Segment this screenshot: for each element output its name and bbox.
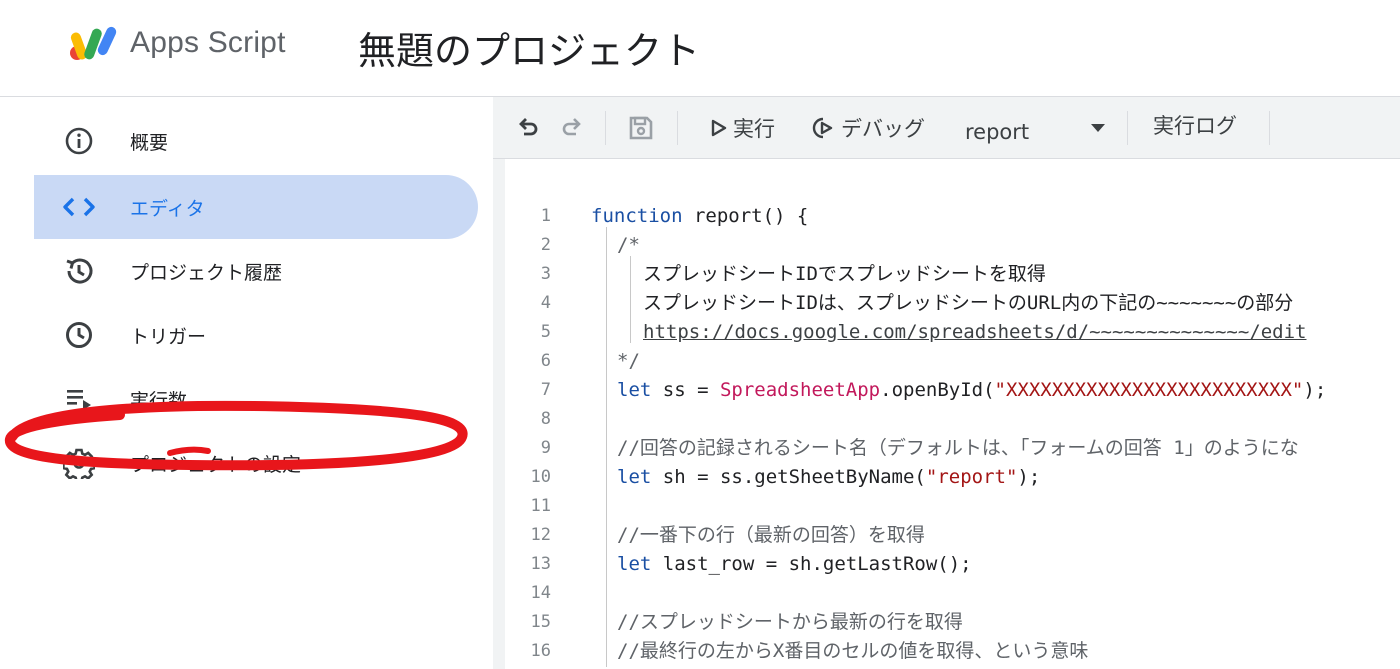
line-number: 7 — [540, 380, 551, 400]
undo-icon — [519, 118, 538, 136]
line-number: 13 — [530, 554, 551, 574]
code-text: let sh = ss.getSheetByName("report"); — [617, 466, 1041, 488]
sidebar-item-label: プロジェクト履歴 — [130, 261, 283, 284]
line-number: 1 — [540, 206, 551, 226]
clock-icon — [62, 318, 96, 352]
execution-log-button[interactable]: 実行ログ — [1153, 94, 1237, 156]
code-line[interactable]: 13 let last_row = sh.getLastRow(); — [505, 550, 1400, 579]
sidebar-item-label: エディタ — [130, 197, 205, 220]
line-number: 12 — [530, 525, 551, 545]
code-text: let ss = SpreadsheetApp.openById("XXXXXX… — [617, 379, 1327, 401]
code-text: function report() { — [591, 205, 809, 227]
sidebar-item-editor[interactable]: エディタ — [34, 175, 478, 239]
code-text: */ — [617, 350, 640, 372]
execution-log-label: 実行ログ — [1153, 114, 1237, 138]
line-number: 5 — [540, 322, 551, 342]
sidebar-item-overview[interactable]: 概要 — [34, 109, 478, 173]
code-line[interactable]: 12 //一番下の行（最新の回答）を取得 — [505, 521, 1400, 550]
project-title[interactable]: 無題のプロジェクト — [358, 20, 700, 75]
code-text: スプレッドシートIDは、スプレッドシートのURL内の下記の~~~~~~~の部分 — [643, 292, 1294, 314]
line-number: 9 — [540, 438, 551, 458]
code-text: スプレッドシートIDでスプレッドシートを取得 — [643, 263, 1046, 285]
code-line[interactable]: 7 let ss = SpreadsheetApp.openById("XXXXX… — [505, 376, 1400, 405]
toolbar-divider — [605, 111, 606, 145]
code-line[interactable]: 1 function report() { — [505, 202, 1400, 231]
editor-panel: 実行 デバッグ report 実行ログ 1 function report() {… — [493, 97, 1400, 669]
toolbar-divider — [1127, 111, 1128, 145]
code-line[interactable]: 10 let sh = ss.getSheetByName("report"); — [505, 463, 1400, 492]
code-line[interactable]: 8 — [505, 405, 1400, 434]
undo-button[interactable] — [515, 97, 541, 159]
info-icon — [62, 124, 96, 158]
sidebar-item-label: トリガー — [130, 325, 207, 348]
debug-button[interactable]: デバッグ — [811, 97, 925, 159]
sidebar-item-label: 概要 — [130, 131, 169, 154]
sidebar-item-settings[interactable]: プロジェクトの設定 — [34, 431, 478, 495]
sidebar-item-triggers[interactable]: トリガー — [34, 303, 478, 367]
run-label: 実行 — [733, 117, 775, 141]
code-text: //回答の記録されるシート名（デフォルトは、「フォームの回答 1」のようにな — [617, 437, 1299, 459]
line-number: 10 — [530, 467, 551, 487]
line-number: 6 — [540, 351, 551, 371]
sidebar-item-label: 実行数 — [130, 389, 188, 412]
code-editor[interactable]: 1 function report() { 2 /* 3 スプレッドシートIDでスプレッド… — [505, 159, 1400, 669]
editor-toolbar: 実行 デバッグ report 実行ログ — [493, 97, 1400, 159]
line-number: 15 — [530, 612, 551, 632]
code-text: //最終行の左からX番目のセルの値を取得、という意味 — [617, 640, 1089, 662]
code-line[interactable]: 9 //回答の記録されるシート名（デフォルトは、「フォームの回答 1」のようにな — [505, 434, 1400, 463]
code-text: https://docs.google.com/spreadsheets/d/~… — [643, 321, 1307, 343]
executions-icon — [62, 382, 96, 416]
code-line[interactable]: 15 //スプレッドシートから最新の行を取得 — [505, 608, 1400, 637]
code-text: /* — [617, 234, 640, 256]
code-line[interactable]: 11 — [505, 492, 1400, 521]
redo-button[interactable] — [559, 97, 585, 159]
sidebar-item-executions[interactable]: 実行数 — [34, 367, 478, 431]
function-select-value: report — [965, 120, 1030, 144]
history-icon — [62, 254, 96, 288]
gear-icon — [62, 446, 96, 480]
code-line[interactable]: 6 */ — [505, 347, 1400, 376]
function-select-dropdown[interactable] — [1089, 97, 1107, 159]
line-number: 3 — [540, 264, 551, 284]
caret-down-icon — [1091, 124, 1105, 132]
save-icon — [629, 116, 653, 140]
function-select[interactable]: report — [965, 101, 1029, 163]
run-button[interactable]: 実行 — [709, 97, 775, 159]
code-text: let last_row = sh.getLastRow(); — [617, 553, 972, 575]
line-number: 16 — [530, 641, 551, 661]
code-line[interactable]: 4 スプレッドシートIDは、スプレッドシートのURL内の下記の~~~~~~~の部分 — [505, 289, 1400, 318]
apps-script-logo-icon[interactable] — [68, 24, 120, 66]
code-line[interactable]: 5 https://docs.google.com/spreadsheets/d/… — [505, 318, 1400, 347]
toolbar-divider — [1269, 111, 1270, 145]
line-number: 11 — [530, 496, 551, 516]
code-line[interactable]: 3 スプレッドシートIDでスプレッドシートを取得 — [505, 260, 1400, 289]
code-line[interactable]: 16 //最終行の左からX番目のセルの値を取得、という意味 — [505, 637, 1400, 666]
line-number: 4 — [540, 293, 551, 313]
save-button[interactable] — [627, 97, 655, 159]
sidebar-item-label: プロジェクトの設定 — [130, 453, 302, 476]
redo-icon — [562, 118, 581, 136]
code-line[interactable]: 14 — [505, 579, 1400, 608]
code-text: //一番下の行（最新の回答）を取得 — [617, 524, 925, 546]
line-number: 2 — [540, 235, 551, 255]
code-line[interactable]: 2 /* — [505, 231, 1400, 260]
debug-label: デバッグ — [841, 117, 925, 141]
code-text: //スプレッドシートから最新の行を取得 — [617, 611, 963, 633]
sidebar: 概要 エディタ プロジェクト履歴 トリガー 実行数 プロジェクトの設定 — [0, 97, 493, 669]
play-icon — [711, 119, 727, 137]
brand-name[interactable]: Apps Script — [130, 26, 286, 60]
sidebar-item-history[interactable]: プロジェクト履歴 — [34, 239, 478, 303]
toolbar-divider — [677, 111, 678, 145]
line-number: 8 — [540, 409, 551, 429]
app-header: Apps Script 無題のプロジェクト — [0, 0, 1400, 97]
code-icon — [62, 190, 96, 224]
line-number: 14 — [530, 583, 551, 603]
debug-icon — [812, 117, 833, 139]
